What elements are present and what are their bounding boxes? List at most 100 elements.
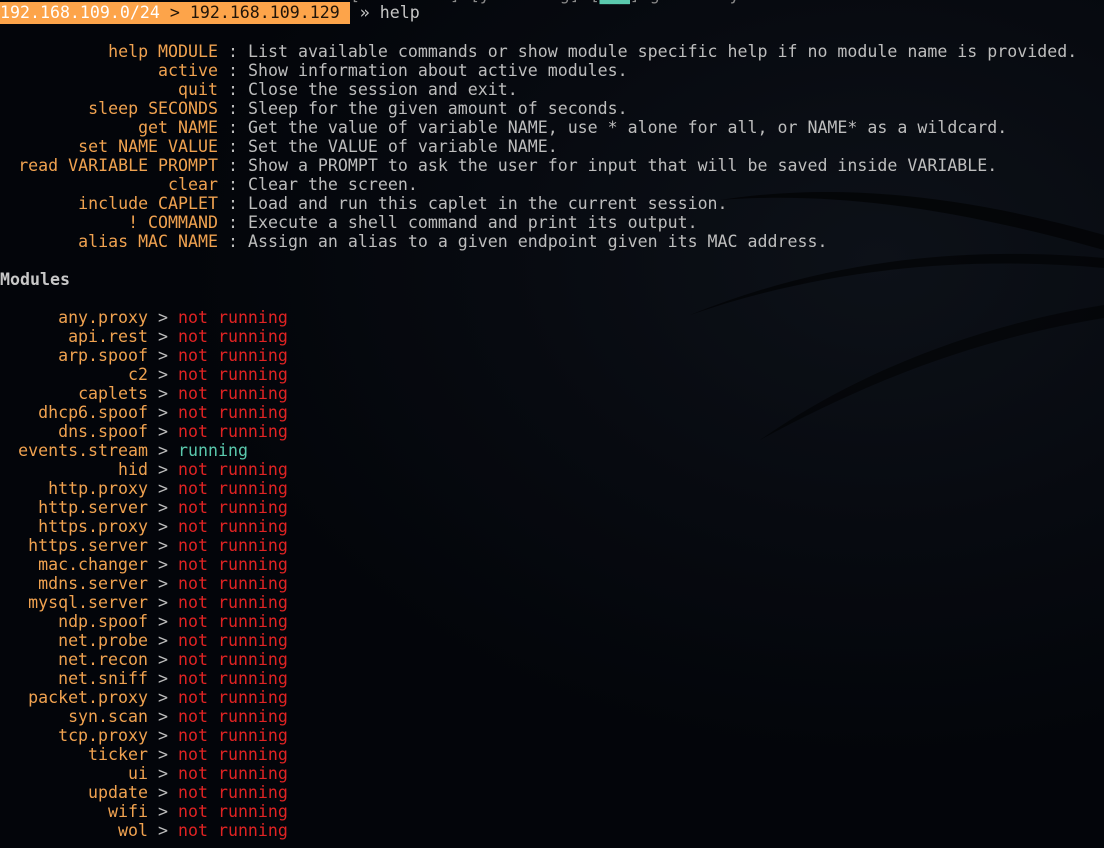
module-status: not running — [178, 612, 288, 631]
module-status: not running — [178, 745, 288, 764]
module-separator: > — [158, 593, 168, 612]
help-command-description: Assign an alias to a given endpoint give… — [248, 232, 828, 251]
module-separator: > — [158, 688, 168, 707]
module-row: arp.spoof > not running — [0, 346, 288, 365]
help-row: clear : Clear the screen. — [0, 175, 418, 194]
help-row: set NAME VALUE : Set the VALUE of variab… — [0, 137, 558, 156]
module-row: ui > not running — [0, 764, 288, 783]
module-name: dns.spoof — [58, 422, 148, 441]
module-name: arp.spoof — [58, 346, 148, 365]
help-row: get NAME : Get the value of variable NAM… — [0, 118, 1007, 137]
terminal-output: [ ] [y g] [███] g y 192.168.109.0/24 > 1… — [0, 0, 1104, 848]
module-status: not running — [178, 650, 288, 669]
module-name: dhcp6.spoof — [38, 403, 148, 422]
module-row: any.proxy > not running — [0, 308, 288, 327]
module-row: http.proxy > not running — [0, 479, 288, 498]
module-separator: > — [158, 745, 168, 764]
help-row: active : Show information about active m… — [0, 61, 628, 80]
module-row: net.sniff > not running — [0, 669, 288, 688]
module-separator: > — [158, 726, 168, 745]
help-command-name: sleep SECONDS — [88, 99, 218, 118]
module-name: packet.proxy — [28, 688, 148, 707]
module-separator: > — [158, 821, 168, 840]
module-row: packet.proxy > not running — [0, 688, 288, 707]
module-name: http.server — [38, 498, 148, 517]
module-separator: > — [158, 650, 168, 669]
module-separator: > — [158, 783, 168, 802]
module-name: net.probe — [58, 631, 148, 650]
module-name: caplets — [78, 384, 148, 403]
module-separator: > — [158, 498, 168, 517]
help-command-name: set NAME VALUE — [78, 137, 218, 156]
help-row: include CAPLET : Load and run this caple… — [0, 194, 727, 213]
module-status: not running — [178, 764, 288, 783]
module-name: https.proxy — [38, 517, 148, 536]
module-separator: > — [158, 707, 168, 726]
module-separator: > — [158, 574, 168, 593]
help-command-name: clear — [168, 175, 218, 194]
module-separator: > — [158, 441, 168, 460]
module-row: hid > not running — [0, 460, 288, 479]
module-name: wol — [118, 821, 148, 840]
module-row: https.server > not running — [0, 536, 288, 555]
help-command-description: Get the value of variable NAME, use * al… — [248, 118, 1008, 137]
module-status: not running — [178, 783, 288, 802]
module-name: events.stream — [18, 441, 148, 460]
module-name: hid — [118, 460, 148, 479]
module-row: syn.scan > not running — [0, 707, 288, 726]
module-status: not running — [178, 574, 288, 593]
module-name: ndp.spoof — [58, 612, 148, 631]
module-name: https.server — [28, 536, 148, 555]
module-name: mac.changer — [38, 555, 148, 574]
module-status: not running — [178, 498, 288, 517]
help-command-description: List available commands or show module s… — [248, 42, 1078, 61]
module-status: not running — [178, 802, 288, 821]
module-row: ticker > not running — [0, 745, 288, 764]
module-separator: > — [158, 536, 168, 555]
prompt-line: 192.168.109.0/24 > 192.168.109.129 » hel… — [0, 2, 420, 24]
help-separator: : — [228, 213, 238, 232]
help-command-name: quit — [178, 80, 218, 99]
module-row: net.probe > not running — [0, 631, 288, 650]
module-row: wol > not running — [0, 821, 288, 840]
module-row: caplets > not running — [0, 384, 288, 403]
module-status: not running — [178, 707, 288, 726]
module-status: not running — [178, 536, 288, 555]
help-command-name: read VARIABLE PROMPT — [18, 156, 218, 175]
module-separator: > — [158, 422, 168, 441]
module-name: ui — [128, 764, 148, 783]
module-separator: > — [158, 612, 168, 631]
module-status: not running — [178, 403, 288, 422]
module-status: not running — [178, 669, 288, 688]
module-row: dns.spoof > not running — [0, 422, 288, 441]
prompt-arrow: » — [359, 3, 370, 22]
help-command-name: help MODULE — [108, 42, 218, 61]
module-status: not running — [178, 327, 288, 346]
module-name: any.proxy — [58, 308, 148, 327]
module-status: not running — [178, 365, 288, 384]
module-name: mysql.server — [28, 593, 148, 612]
module-name: ticker — [88, 745, 148, 764]
module-row: tcp.proxy > not running — [0, 726, 288, 745]
module-status: not running — [178, 346, 288, 365]
module-status: not running — [178, 422, 288, 441]
module-name: update — [88, 783, 148, 802]
prompt-band: 192.168.109.0/24 > 192.168.109.129 — [0, 2, 350, 24]
module-row: events.stream > running — [0, 441, 248, 460]
help-separator: : — [228, 175, 238, 194]
help-row: quit : Close the session and exit. — [0, 80, 518, 99]
module-row: mdns.server > not running — [0, 574, 288, 593]
help-separator: : — [228, 99, 238, 118]
module-status: not running — [178, 821, 288, 840]
help-command-name: active — [158, 61, 218, 80]
module-row: https.proxy > not running — [0, 517, 288, 536]
module-status: not running — [178, 593, 288, 612]
help-command-name: get NAME — [138, 118, 218, 137]
module-status: running — [178, 441, 248, 460]
module-name: net.recon — [58, 650, 148, 669]
module-separator: > — [158, 669, 168, 688]
module-status: not running — [178, 726, 288, 745]
module-separator: > — [158, 555, 168, 574]
module-separator: > — [158, 327, 168, 346]
help-command-name: alias MAC NAME — [78, 232, 218, 251]
